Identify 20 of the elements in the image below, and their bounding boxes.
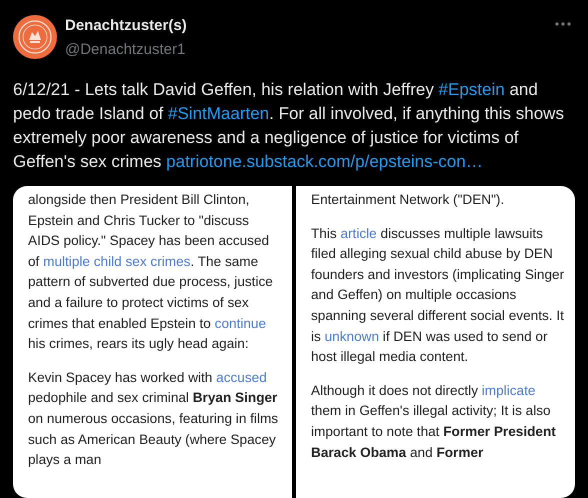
article-paragraph: Although it does not directly implicate them in Geffen's illegal activity; It is also important to note that Former President Barack Obama and Former — [311, 382, 557, 462]
article-link[interactable]: multiple child sex crimes — [43, 254, 190, 269]
tweet-text: 6/12/21 - Lets talk David Geffen, his relation with Jeffrey #Epstein and pedo trade Island of #SintMaarten. For all involved, if anything this shows extremely poor awareness and a negligence of justice for victims of Geffen's sex crimes patriotone.substack.com/p/epsteins-con… — [13, 79, 565, 173]
link[interactable]: #SintMaarten — [168, 104, 270, 123]
attached-image[interactable] — [13, 186, 575, 498]
link[interactable]: patriotone.substack.com/p/epsteins-con… — [166, 152, 483, 171]
article-paragraph: Entertainment Network ("DEN"). — [311, 191, 506, 209]
author-handle[interactable]: @Denachtzuster1 — [65, 41, 186, 58]
article-link[interactable]: continue — [214, 316, 266, 331]
avatar-icon[interactable] — [13, 15, 57, 59]
article-paragraph: Kevin Spacey has worked with accused pedophile and sex criminal Bryan Singer on numerous occasions, featuring in films such as American Beauty (where Spacey plays a man — [28, 368, 280, 470]
article-paragraph: alongside then President Bill Clinton, Epstein and Chris Tucker to "discuss AIDS policy." Spacey has been accused of multiple child sex crimes. The same pattern of subverted due process, justice and a failure to protect victims of sex crimes that enabled Epstein to continue his crimes, rears its ugly head again: — [28, 191, 274, 354]
article-link[interactable]: accused — [216, 370, 267, 385]
more-icon[interactable] — [555, 22, 571, 26]
author-name[interactable]: Denachtzuster(s) — [65, 17, 187, 34]
article-link[interactable]: article — [340, 226, 377, 241]
link[interactable]: #Epstein — [438, 80, 505, 99]
article-link[interactable]: unknown — [324, 328, 380, 344]
article-link[interactable]: implicate — [482, 382, 536, 398]
article-paragraph: This article discusses multiple lawsuits filed alleging sexual child abuse by DEN founders and investors (implicating Singer and Geffen) on multiple occasions spanning several different social events. It is unknown if DEN was used to send or host illegal media content. — [311, 224, 565, 366]
